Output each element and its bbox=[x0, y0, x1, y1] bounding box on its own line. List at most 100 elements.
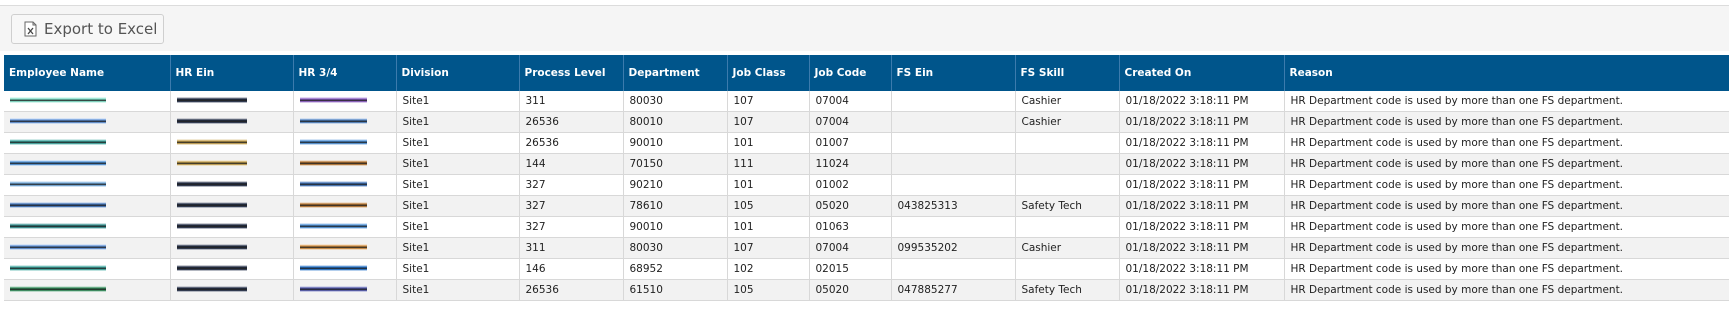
cell-fs-skill bbox=[1015, 153, 1120, 175]
col-header-reason[interactable]: Reason bbox=[1284, 55, 1729, 91]
table-row[interactable]: Site1 26536 90010 101 01007 01/18/2022 3:18:1… bbox=[4, 132, 1729, 154]
cell-job-code: 11024 bbox=[809, 153, 892, 175]
redacted-hr-ein bbox=[176, 139, 247, 145]
col-header-department[interactable]: Department bbox=[623, 55, 728, 91]
cell-job-class: 107 bbox=[727, 111, 810, 133]
cell-employee-name bbox=[4, 279, 171, 301]
redacted-hr-ein bbox=[176, 286, 247, 292]
cell-division: Site1 bbox=[396, 111, 520, 133]
cell-division: Site1 bbox=[396, 258, 520, 280]
grid-header-row: Employee Name HR Ein HR 3/4 Division Pro… bbox=[4, 55, 1729, 91]
cell-hr-3-4 bbox=[293, 91, 397, 112]
redacted-employee-name bbox=[10, 244, 106, 250]
redacted-hr-3-4 bbox=[299, 286, 367, 292]
cell-hr-ein bbox=[170, 195, 294, 217]
col-header-process-level[interactable]: Process Level bbox=[519, 55, 624, 91]
table-row[interactable]: Site1 327 90010 101 01063 01/18/2022 3:18:11 … bbox=[4, 216, 1729, 238]
col-header-employee-name[interactable]: Employee Name bbox=[4, 55, 171, 91]
redacted-hr-3-4 bbox=[299, 139, 367, 145]
redacted-hr-ein bbox=[176, 160, 247, 166]
cell-fs-ein bbox=[891, 153, 1016, 175]
cell-job-class: 107 bbox=[727, 237, 810, 259]
cell-fs-skill: Cashier bbox=[1015, 111, 1120, 133]
cell-fs-skill bbox=[1015, 258, 1120, 280]
cell-fs-ein bbox=[891, 91, 1016, 112]
cell-hr-ein bbox=[170, 279, 294, 301]
cell-fs-ein: 099535202 bbox=[891, 237, 1016, 259]
redacted-hr-ein bbox=[176, 97, 247, 103]
col-header-division[interactable]: Division bbox=[396, 55, 520, 91]
cell-department: 80030 bbox=[623, 237, 728, 259]
col-header-hr-ein[interactable]: HR Ein bbox=[170, 55, 294, 91]
redacted-hr-ein bbox=[176, 244, 247, 250]
col-header-created-on[interactable]: Created On bbox=[1119, 55, 1285, 91]
cell-fs-skill: Cashier bbox=[1015, 91, 1120, 112]
redacted-employee-name bbox=[10, 139, 106, 145]
cell-hr-ein bbox=[170, 153, 294, 175]
cell-division: Site1 bbox=[396, 279, 520, 301]
cell-fs-skill: Cashier bbox=[1015, 237, 1120, 259]
redacted-hr-3-4 bbox=[299, 181, 367, 187]
col-header-job-class[interactable]: Job Class bbox=[727, 55, 810, 91]
cell-employee-name bbox=[4, 153, 171, 175]
table-row[interactable]: Site1 327 78610 105 05020 043825313 Safety Tec… bbox=[4, 195, 1729, 217]
table-row[interactable]: Site1 26536 80010 107 07004 Cashier 01/18/2022… bbox=[4, 111, 1729, 133]
col-header-hr-3-4[interactable]: HR 3/4 bbox=[293, 55, 397, 91]
employee-grid: Employee Name HR Ein HR 3/4 Division Pro… bbox=[4, 55, 1729, 301]
cell-fs-skill bbox=[1015, 216, 1120, 238]
table-row[interactable]: Site1 144 70150 111 11024 01/18/2022 3:18:11 … bbox=[4, 153, 1729, 175]
excel-icon bbox=[24, 21, 37, 37]
cell-created-on: 01/18/2022 3:18:11 PM bbox=[1119, 174, 1285, 196]
cell-employee-name bbox=[4, 216, 171, 238]
table-row[interactable]: Site1 311 80030 107 07004 Cashier 01/18/2022 3… bbox=[4, 91, 1729, 112]
cell-division: Site1 bbox=[396, 195, 520, 217]
cell-job-class: 107 bbox=[727, 91, 810, 112]
cell-process-level: 311 bbox=[519, 91, 624, 112]
cell-fs-ein bbox=[891, 216, 1016, 238]
cell-job-class: 105 bbox=[727, 279, 810, 301]
redacted-employee-name bbox=[10, 223, 106, 229]
table-row[interactable]: Site1 26536 61510 105 05020 047885277 Safety T… bbox=[4, 279, 1729, 301]
redacted-employee-name bbox=[10, 160, 106, 166]
redacted-employee-name bbox=[10, 202, 106, 208]
table-row[interactable]: Site1 146 68952 102 02015 01/18/2022 3:18:11 … bbox=[4, 258, 1729, 280]
redacted-hr-3-4 bbox=[299, 265, 367, 271]
redacted-employee-name bbox=[10, 265, 106, 271]
cell-department: 90210 bbox=[623, 174, 728, 196]
cell-reason: HR Department code is used by more than … bbox=[1284, 279, 1729, 301]
cell-process-level: 327 bbox=[519, 216, 624, 238]
grid-body: Site1 311 80030 107 07004 Cashier 01/18/2022 3… bbox=[4, 91, 1729, 301]
redacted-employee-name bbox=[10, 118, 106, 124]
cell-process-level: 146 bbox=[519, 258, 624, 280]
cell-employee-name bbox=[4, 111, 171, 133]
redacted-hr-3-4 bbox=[299, 97, 367, 103]
cell-reason: HR Department code is used by more than … bbox=[1284, 195, 1729, 217]
cell-department: 68952 bbox=[623, 258, 728, 280]
cell-job-code: 01007 bbox=[809, 132, 892, 154]
table-row[interactable]: Site1 327 90210 101 01002 01/18/2022 3:18:11 … bbox=[4, 174, 1729, 196]
redacted-hr-ein bbox=[176, 181, 247, 187]
col-header-job-code[interactable]: Job Code bbox=[809, 55, 892, 91]
cell-hr-ein bbox=[170, 91, 294, 112]
cell-employee-name bbox=[4, 237, 171, 259]
cell-department: 70150 bbox=[623, 153, 728, 175]
cell-department: 78610 bbox=[623, 195, 728, 217]
cell-process-level: 26536 bbox=[519, 111, 624, 133]
redacted-employee-name bbox=[10, 97, 106, 103]
cell-hr-ein bbox=[170, 237, 294, 259]
cell-division: Site1 bbox=[396, 237, 520, 259]
cell-job-code: 05020 bbox=[809, 195, 892, 217]
cell-process-level: 26536 bbox=[519, 279, 624, 301]
col-header-fs-ein[interactable]: FS Ein bbox=[891, 55, 1016, 91]
cell-hr-3-4 bbox=[293, 195, 397, 217]
cell-process-level: 327 bbox=[519, 174, 624, 196]
cell-fs-ein bbox=[891, 174, 1016, 196]
cell-job-code: 01002 bbox=[809, 174, 892, 196]
export-to-excel-button[interactable]: Export to Excel bbox=[11, 14, 164, 44]
cell-job-code: 05020 bbox=[809, 279, 892, 301]
export-button-label: Export to Excel bbox=[44, 20, 158, 38]
table-row[interactable]: Site1 311 80030 107 07004 099535202 Cashier 01/… bbox=[4, 237, 1729, 259]
cell-reason: HR Department code is used by more than … bbox=[1284, 237, 1729, 259]
cell-created-on: 01/18/2022 3:18:11 PM bbox=[1119, 195, 1285, 217]
col-header-fs-skill[interactable]: FS Skill bbox=[1015, 55, 1120, 91]
